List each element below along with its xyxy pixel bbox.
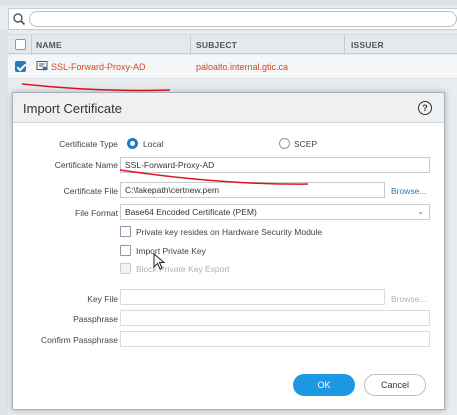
certificate-icon [36,60,48,74]
confirm-passphrase-input[interactable] [120,331,430,347]
cancel-button[interactable]: Cancel [364,374,426,396]
certificate-name-input[interactable]: SSL-Forward-Proxy-AD [120,157,430,173]
search-input[interactable] [29,11,457,27]
radio-scep-label: SCEP [294,139,318,149]
ok-button[interactable]: OK [293,374,355,396]
hsm-checkbox-label: Private key resides on Hardware Security… [136,227,323,237]
file-format-label: File Format [75,208,118,218]
passphrase-label: Passphrase [73,314,118,324]
dialog-header: Import Certificate ? [13,93,444,123]
certificate-file-input[interactable]: C:\fakepath\certnew.pem [120,182,385,198]
radio-local-label: Local [143,139,164,149]
file-format-value: Base64 Encoded Certificate (PEM) [125,207,257,217]
certificate-file-label: Certificate File [63,186,118,196]
radio-local[interactable] [127,138,138,149]
block-export-label: Block Private Key Export [136,264,230,274]
key-file-label: Key File [87,294,118,304]
key-file-browse-link[interactable]: Browse... [391,294,426,304]
left-panel-edge [0,30,8,415]
chevron-down-icon: ⌄ [417,207,424,216]
import-private-key-checkbox[interactable] [120,245,131,256]
import-certificate-dialog: Import Certificate ? Certificate Type Lo… [12,92,445,410]
certificate-browse-link[interactable]: Browse... [391,186,426,196]
select-all-checkbox[interactable] [15,39,26,50]
block-export-checkbox[interactable] [120,263,131,274]
top-strip [0,0,457,6]
mouse-cursor-icon [153,253,166,270]
certificate-name-label: Certificate Name [54,160,118,170]
hsm-checkbox[interactable] [120,226,131,237]
cert-subject: paloalto.internal.gtic.ca [196,62,289,72]
search-icon[interactable] [12,12,26,26]
table-header: NAME SUBJECT ISSUER [8,34,457,55]
dialog-title: Import Certificate [23,101,122,116]
cert-name-link[interactable]: SSL-Forward-Proxy-AD [51,62,146,72]
help-icon[interactable]: ? [418,101,432,115]
row-checkbox[interactable] [15,61,26,72]
column-issuer[interactable]: ISSUER [351,40,384,50]
certificate-type-label: Certificate Type [59,139,118,149]
confirm-passphrase-label: Confirm Passphrase [40,335,118,345]
column-name[interactable]: NAME [36,40,62,50]
radio-scep[interactable] [279,138,290,149]
key-file-input[interactable] [120,289,385,305]
column-subject[interactable]: SUBJECT [196,40,237,50]
import-private-key-label: Import Private Key [136,246,206,256]
search-bar [8,8,457,30]
table-row[interactable]: SSL-Forward-Proxy-AD paloalto.internal.g… [8,55,457,79]
passphrase-input[interactable] [120,310,430,326]
file-format-select[interactable]: Base64 Encoded Certificate (PEM) ⌄ [120,204,430,220]
